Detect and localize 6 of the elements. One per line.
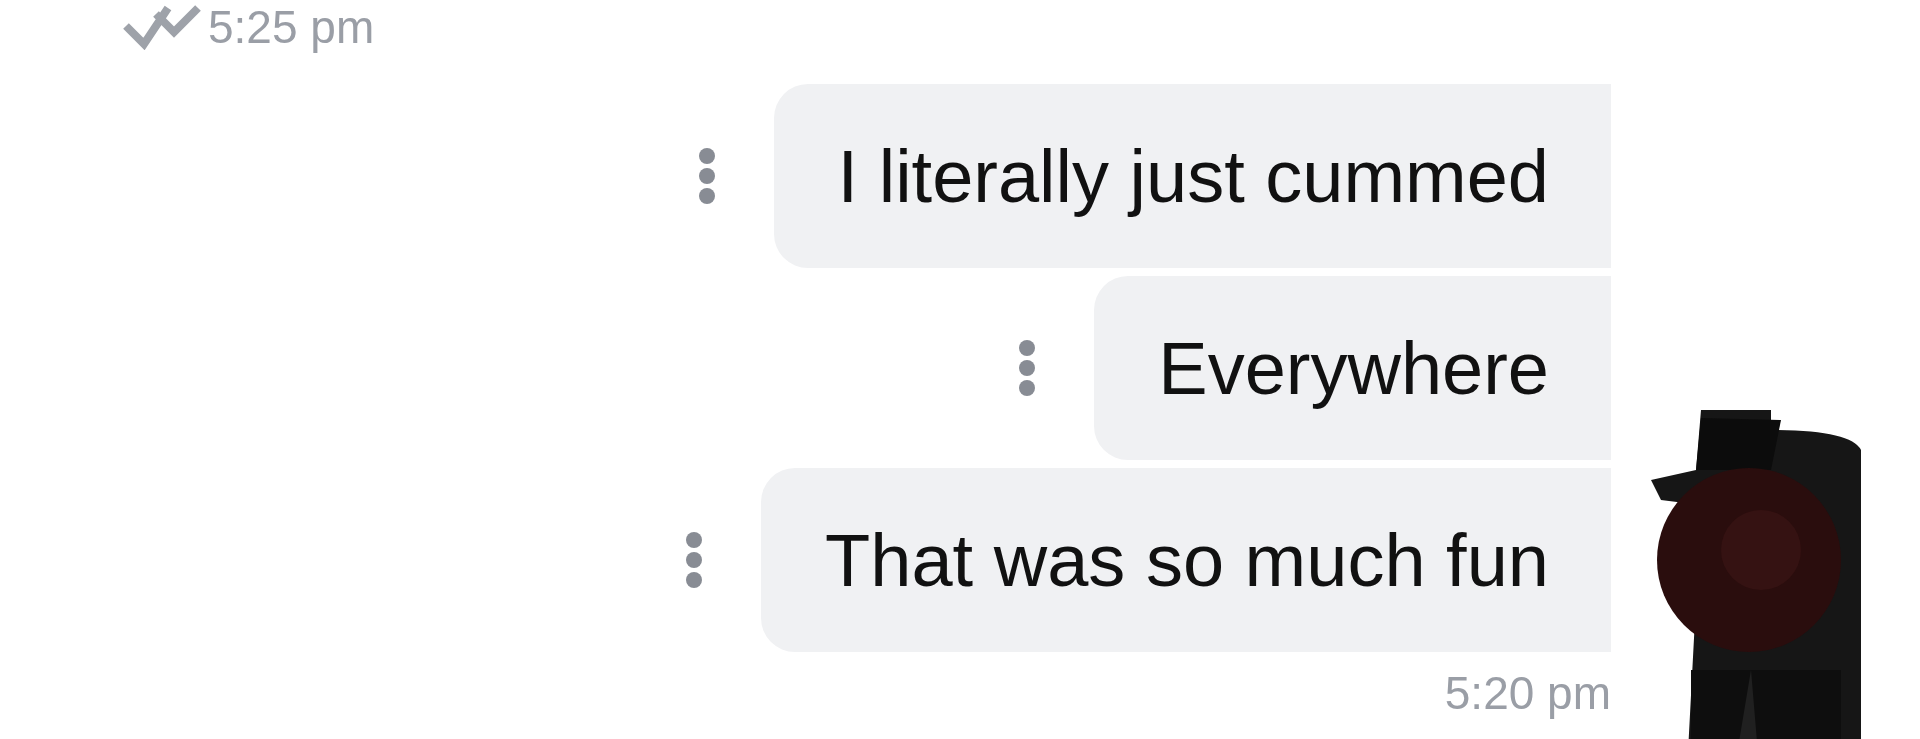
more-options-icon[interactable] xyxy=(1018,339,1037,397)
more-options-icon[interactable] xyxy=(685,531,704,589)
message-bubble: I literally just cummed xyxy=(773,84,1611,268)
message-bubble: That was so much fun xyxy=(761,468,1611,652)
more-options-icon[interactable] xyxy=(697,147,716,205)
message-bubble: Everywhere xyxy=(1094,276,1611,460)
